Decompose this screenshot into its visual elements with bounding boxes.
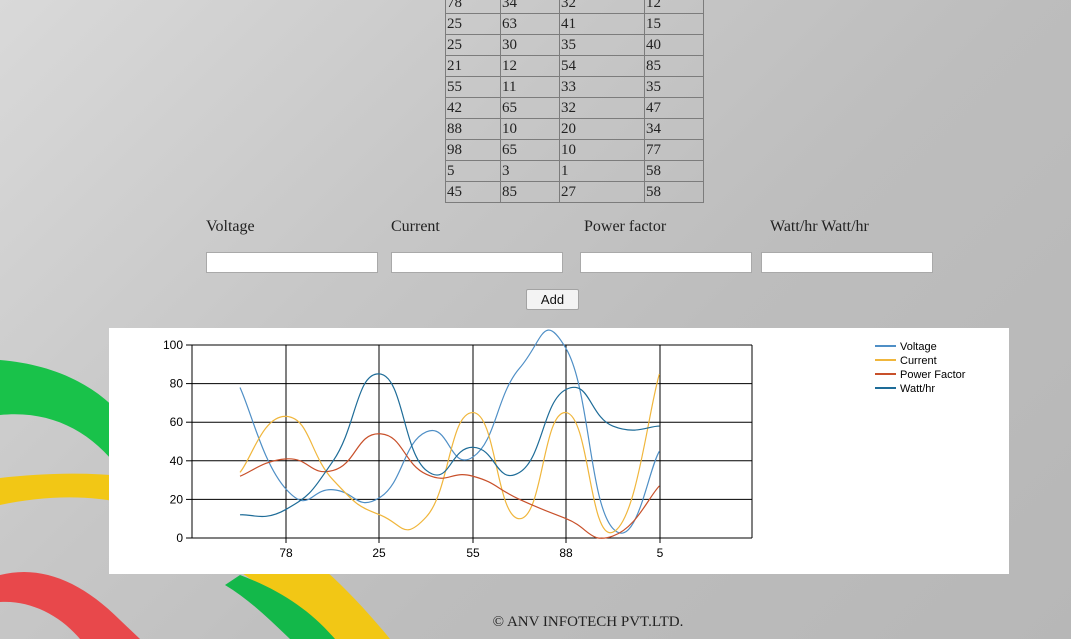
table-cell: 32: [559, 97, 645, 119]
table-cell: 34: [500, 0, 560, 14]
table-cell: 10: [559, 139, 645, 161]
current-label: Current: [391, 218, 440, 235]
table-row: 45 85 27 58: [445, 181, 704, 203]
series-line-watt-hr: [239, 373, 660, 518]
table-cell: 12: [644, 0, 704, 14]
table-cell: 25: [445, 13, 501, 35]
table-cell: 85: [644, 55, 704, 77]
table-cell: 21: [445, 55, 501, 77]
table-cell: 30: [500, 34, 560, 56]
table-cell: 11: [500, 76, 560, 98]
table-cell: 1: [559, 160, 645, 182]
footer-copyright: © ANV INFOTECH PVT.LTD.: [492, 614, 684, 630]
voltage-input[interactable]: [206, 252, 378, 273]
table-cell: 34: [644, 118, 704, 140]
x-tick-label: 55: [466, 546, 480, 560]
line-chart: 0 20 40 60 80 100 78 25 55 88 5 Voltage Current Power…: [163, 329, 966, 560]
power-factor-input[interactable]: [580, 252, 752, 273]
table-cell: 35: [559, 34, 645, 56]
watt-label: Watt/hr Watt/hr: [770, 218, 869, 235]
x-tick-label: 25: [372, 546, 386, 560]
table-cell: 77: [644, 139, 704, 161]
legend-label: Voltage: [900, 341, 937, 353]
table-row: 55 11 33 35: [445, 76, 704, 98]
table-cell: 40: [644, 34, 704, 56]
y-tick-label: 80: [170, 377, 184, 391]
table-cell: 27: [559, 181, 645, 203]
readings-table: 78 34 32 12 25 63 41 15 25 30 35 40 21 12 54 85 55 11 33 35…: [445, 0, 704, 203]
power-factor-label: Power factor: [584, 218, 667, 235]
table-row: 25 63 41 15: [445, 13, 704, 35]
table-cell: 5: [445, 160, 501, 182]
table-cell: 12: [500, 55, 560, 77]
chart-panel: 0 20 40 60 80 100 78 25 55 88 5 Voltage Current Power…: [109, 328, 1009, 574]
table-cell: 10: [500, 118, 560, 140]
voltage-label: Voltage: [206, 218, 255, 235]
table-row: 42 65 32 47: [445, 97, 704, 119]
table-cell: 88: [445, 118, 501, 140]
watt-input[interactable]: [761, 252, 933, 273]
legend-label: Watt/hr: [900, 383, 935, 395]
y-tick-label: 100: [163, 338, 183, 352]
table-cell: 47: [644, 97, 704, 119]
table-cell: 55: [445, 76, 501, 98]
table-cell: 41: [559, 13, 645, 35]
table-cell: 42: [445, 97, 501, 119]
series-line-voltage: [239, 329, 660, 534]
current-input[interactable]: [391, 252, 563, 273]
table-cell: 20: [559, 118, 645, 140]
table-cell: 33: [559, 76, 645, 98]
y-tick-label: 60: [170, 415, 184, 429]
y-tick-label: 0: [176, 531, 183, 545]
table-row: 78 34 32 12: [445, 0, 704, 14]
table-cell: 78: [445, 0, 501, 14]
table-cell: 65: [500, 139, 560, 161]
table-cell: 65: [500, 97, 560, 119]
x-tick-label: 5: [657, 546, 664, 560]
table-row: 88 10 20 34: [445, 118, 704, 140]
table-row: 21 12 54 85: [445, 55, 704, 77]
x-tick-label: 88: [559, 546, 573, 560]
table-cell: 63: [500, 13, 560, 35]
table-cell: 15: [644, 13, 704, 35]
y-tick-label: 20: [170, 492, 184, 506]
table-cell: 3: [500, 160, 560, 182]
table-cell: 25: [445, 34, 501, 56]
table-row: 25 30 35 40: [445, 34, 704, 56]
table-cell: 85: [500, 181, 560, 203]
table-cell: 54: [559, 55, 645, 77]
legend-label: Current: [900, 355, 937, 367]
series-line-current: [239, 373, 660, 533]
legend-label: Power Factor: [900, 369, 966, 381]
table-cell: 98: [445, 139, 501, 161]
y-tick-label: 40: [170, 454, 184, 468]
table-cell: 58: [644, 160, 704, 182]
table-cell: 58: [644, 181, 704, 203]
table-row: 98 65 10 77: [445, 139, 704, 161]
table-cell: 35: [644, 76, 704, 98]
table-cell: 45: [445, 181, 501, 203]
table-cell: 32: [559, 0, 645, 14]
table-row: 5 3 1 58: [445, 160, 704, 182]
add-button[interactable]: Add: [526, 289, 579, 310]
x-tick-label: 78: [279, 546, 293, 560]
